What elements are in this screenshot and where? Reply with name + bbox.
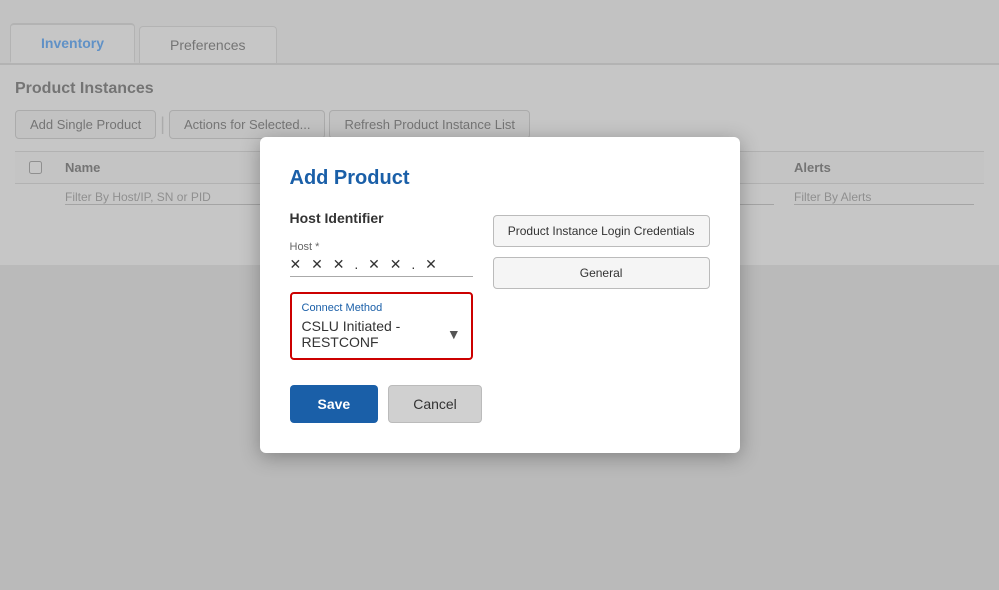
save-button[interactable]: Save xyxy=(290,385,379,423)
general-button[interactable]: General xyxy=(493,257,710,289)
product-instance-login-credentials-button[interactable]: Product Instance Login Credentials xyxy=(493,215,710,247)
host-value: ✕ ✕ ✕ . ✕ ✕ . ✕ xyxy=(290,256,473,277)
connect-method-value: CSLU Initiated - RESTCONF xyxy=(302,318,447,350)
cancel-button[interactable]: Cancel xyxy=(388,385,482,423)
modal-body: Host Identifier Host * ✕ ✕ ✕ . ✕ ✕ . ✕ C… xyxy=(290,210,710,360)
modal-footer: Save Cancel xyxy=(290,385,710,423)
modal-right-panel: Product Instance Login Credentials Gener… xyxy=(493,210,710,360)
connect-method-wrapper: Connect Method CSLU Initiated - RESTCONF… xyxy=(290,292,473,360)
host-form-group: Host * ✕ ✕ ✕ . ✕ ✕ . ✕ xyxy=(290,241,473,277)
modal-title: Add Product xyxy=(290,167,710,190)
dropdown-arrow-icon: ▼ xyxy=(447,326,461,342)
modal-left-panel: Host Identifier Host * ✕ ✕ ✕ . ✕ ✕ . ✕ C… xyxy=(290,210,473,360)
modal-overlay: Add Product Host Identifier Host * ✕ ✕ ✕… xyxy=(0,0,999,590)
host-label: Host * xyxy=(290,241,473,253)
add-product-modal: Add Product Host Identifier Host * ✕ ✕ ✕… xyxy=(260,137,740,453)
host-identifier-title: Host Identifier xyxy=(290,210,473,226)
connect-method-label: Connect Method xyxy=(302,302,461,314)
connect-method-select[interactable]: CSLU Initiated - RESTCONF ▼ xyxy=(302,318,461,350)
